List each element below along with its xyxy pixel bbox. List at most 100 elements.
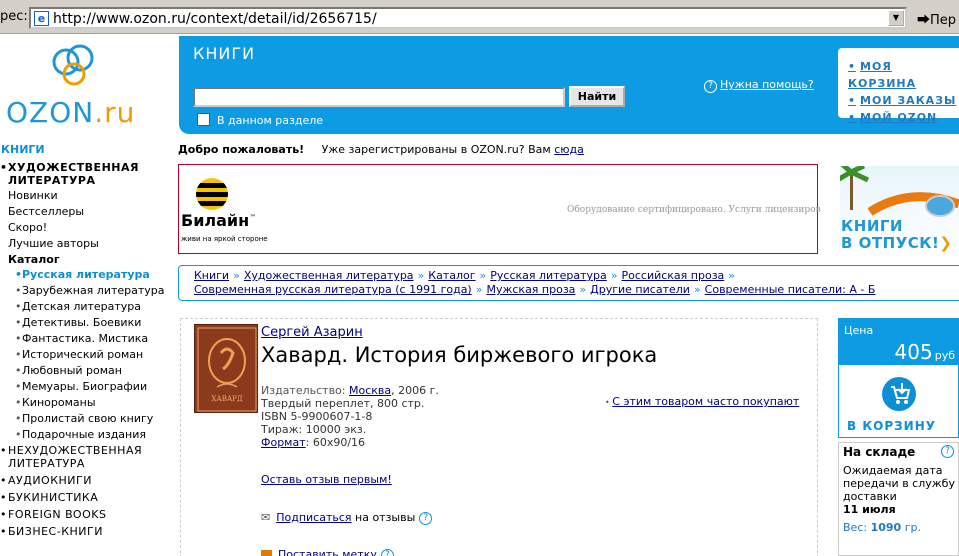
tag-icon bbox=[261, 549, 272, 556]
go-label: Пер bbox=[930, 13, 957, 28]
stock-date: 11 июля bbox=[843, 503, 896, 516]
in-section-label: В данном разделе bbox=[217, 114, 324, 127]
breadcrumb-books[interactable]: Книги bbox=[194, 269, 229, 282]
sidebar-item-historical[interactable]: Исторический роман bbox=[0, 348, 170, 361]
svg-text:ХАВАРД: ХАВАРД bbox=[211, 395, 242, 403]
sidebar-item-fiction[interactable]: ХУДОЖЕСТВЕННАЯ ЛИТЕРАТУРА bbox=[0, 161, 170, 187]
envelope-icon: ✉ bbox=[261, 511, 271, 524]
sidebar-item-best-authors[interactable]: Лучшие авторы bbox=[0, 236, 170, 252]
sidebar-title[interactable]: КНИГИ bbox=[0, 142, 170, 158]
breadcrumb-other-writers[interactable]: Другие писатели bbox=[590, 283, 690, 296]
tags-row: Поставить метку? bbox=[261, 548, 394, 556]
in-section-checkbox[interactable] bbox=[197, 113, 210, 126]
logo-cloud-icon bbox=[52, 44, 94, 86]
breadcrumb: Книги» Художественная литература» Каталог»… bbox=[178, 265, 959, 301]
go-button[interactable]: ⮕Пер bbox=[917, 9, 956, 28]
sidebar-item-catalog[interactable]: Каталог bbox=[0, 252, 170, 268]
sidebar-item-romance[interactable]: Любовный роман bbox=[0, 364, 170, 377]
section-title: КНИГИ bbox=[193, 44, 256, 63]
beeline-brand: Билайн™ bbox=[181, 211, 257, 230]
publisher-link[interactable]: Москва bbox=[349, 384, 391, 397]
my-orders-link[interactable]: МОИ ЗАКАЗЫ bbox=[848, 92, 959, 109]
format-link[interactable]: Формат bbox=[261, 436, 306, 449]
browser-address-bar: рес: e http://www.ozon.ru/context/detail… bbox=[0, 0, 959, 34]
sidebar-item-gift-editions[interactable]: Подарочные издания bbox=[0, 428, 170, 441]
price-value: 405 руб bbox=[894, 340, 955, 364]
price-box: Цена 405 руб В КОРЗИНУ bbox=[838, 318, 959, 438]
welcome-greeting: Добро пожаловать! bbox=[178, 143, 305, 156]
help-icon[interactable]: ? bbox=[941, 445, 954, 458]
search-input[interactable] bbox=[193, 87, 565, 107]
stock-text: Ожидаемая дата передачи в службу доставк… bbox=[843, 464, 955, 503]
address-field[interactable]: e http://www.ozon.ru/context/detail/id/2… bbox=[29, 7, 907, 29]
vacation-promo[interactable]: КНИГИ В ОТПУСК!❯ bbox=[840, 166, 959, 256]
sidebar-item-browse-book[interactable]: Пролистай свою книгу bbox=[0, 412, 170, 425]
sidebar-item-antiquarian[interactable]: БУКИНИСТИКА bbox=[0, 491, 170, 504]
user-menu: МОЯ КОРЗИНА МОИ ЗАКАЗЫ МОЙ OZON bbox=[838, 48, 959, 124]
my-cart-link[interactable]: МОЯ КОРЗИНА bbox=[848, 58, 959, 92]
help-icon: ? bbox=[704, 80, 717, 93]
sidebar-item-foreign-books[interactable]: FOREIGN BOOKS bbox=[0, 508, 170, 521]
page-icon: e bbox=[34, 11, 49, 26]
help-link[interactable]: ? Нужна помощь? bbox=[704, 78, 814, 93]
price-label: Цена bbox=[844, 324, 874, 337]
breadcrumb-russian-lit[interactable]: Русская литература bbox=[490, 269, 606, 282]
welcome-line: Добро пожаловать! Уже зарегистрированы в… bbox=[178, 143, 584, 156]
print-run-info: Тираж: 10000 экз. bbox=[261, 423, 367, 436]
review-link[interactable]: Оставь отзыв первым! bbox=[261, 473, 392, 486]
help-icon[interactable]: ? bbox=[419, 511, 433, 525]
banner-fine-print: Оборудование сертифицировано. Услуги лиц… bbox=[567, 205, 821, 215]
address-url[interactable]: http://www.ozon.ru/context/detail/id/265… bbox=[53, 11, 377, 27]
chevron-down-icon[interactable]: ▼ bbox=[888, 10, 904, 26]
beeline-logo-icon bbox=[196, 178, 228, 210]
beeline-slogan: живи на яркой стороне bbox=[181, 235, 268, 243]
sidebar-item-foreign-lit[interactable]: Зарубежная литература bbox=[0, 284, 170, 297]
sidebar-item-new[interactable]: Новинки bbox=[0, 188, 170, 204]
sidebar-item-business-books[interactable]: БИЗНЕС-КНИГИ bbox=[0, 525, 170, 538]
sidebar-item-bestsellers[interactable]: Бестселлеры bbox=[0, 204, 170, 220]
product-title: Хавард. История биржевого игрока bbox=[261, 343, 658, 367]
sidebar-item-movie-novels[interactable]: Кинороманы bbox=[0, 396, 170, 409]
sidebar-item-audiobooks[interactable]: АУДИОКНИГИ bbox=[0, 474, 170, 487]
book-cover-image[interactable]: ХАВАРД bbox=[194, 324, 258, 413]
sidebar-item-memoirs[interactable]: Мемуары. Биографии bbox=[0, 380, 170, 393]
breadcrumb-modern-writers-a-b[interactable]: Современные писатели: А - Б bbox=[705, 283, 876, 296]
breadcrumb-male-prose[interactable]: Мужская проза bbox=[486, 283, 575, 296]
subscribe-link[interactable]: Подписаться bbox=[276, 511, 351, 524]
logo-text: OZON.ru bbox=[6, 96, 136, 129]
my-ozon-link[interactable]: МОЙ OZON bbox=[848, 109, 959, 126]
sidebar-item-soon[interactable]: Скоро! bbox=[0, 220, 170, 236]
sidebar-item-detectives[interactable]: Детективы. Боевики bbox=[0, 316, 170, 329]
sidebar-item-russian-lit[interactable]: Русская литература bbox=[0, 268, 170, 281]
sidebar-item-children[interactable]: Детская литература bbox=[0, 300, 170, 313]
cover-ornament-icon: ХАВАРД bbox=[197, 327, 257, 412]
promo-arrow-icon: ❯ bbox=[939, 234, 953, 252]
breadcrumb-modern-russian[interactable]: Современная русская литература (с 1991 г… bbox=[194, 283, 472, 296]
isbn-info: ISBN 5-9900607-1-8 bbox=[261, 410, 373, 423]
header-bar: КНИГИ Найти В данном разделе ? Нужна помо… bbox=[179, 36, 959, 134]
product-details: Издательство: Москва, 2006 г. Твердый пе… bbox=[261, 384, 439, 449]
beeline-banner[interactable]: Билайн™ живи на яркой стороне Оборудован… bbox=[178, 164, 821, 254]
promo-text: КНИГИ В ОТПУСК!❯ bbox=[841, 217, 953, 252]
ozon-logo[interactable]: OZON.ru bbox=[0, 36, 178, 136]
sidebar-item-nonfiction[interactable]: НЕХУДОЖЕСТВЕННАЯ ЛИТЕРАТУРА bbox=[0, 444, 170, 470]
weight-info: Вес: 1090 гр. bbox=[843, 521, 921, 534]
breadcrumb-fiction[interactable]: Художественная литература bbox=[244, 269, 414, 282]
subscribe-reviews: ✉ Подписаться на отзывы? bbox=[261, 511, 433, 525]
search-button[interactable]: Найти bbox=[569, 86, 625, 107]
registered-text: Уже зарегистрированы в OZON.ru? Вам bbox=[321, 143, 551, 156]
author-link[interactable]: Сергей Азарин bbox=[261, 325, 363, 340]
breadcrumb-catalog[interactable]: Каталог bbox=[428, 269, 475, 282]
cart-icon[interactable] bbox=[882, 377, 916, 411]
breadcrumb-russian-prose[interactable]: Российская проза bbox=[621, 269, 724, 282]
also-bought-link[interactable]: • С этим товаром часто покупают bbox=[605, 395, 799, 408]
add-tag-link[interactable]: Поставить метку bbox=[278, 548, 377, 556]
add-to-cart-button[interactable]: В КОРЗИНУ bbox=[847, 419, 936, 433]
go-arrow-icon: ⮕ bbox=[917, 13, 931, 28]
address-label: рес: bbox=[0, 9, 28, 24]
binding-info: Твердый переплет, 800 стр. bbox=[261, 397, 425, 410]
sidebar-item-fantasy[interactable]: Фантастика. Мистика bbox=[0, 332, 170, 345]
sidebar: КНИГИ ХУДОЖЕСТВЕННАЯ ЛИТЕРАТУРА Новинки … bbox=[0, 142, 170, 542]
help-icon[interactable]: ? bbox=[380, 548, 394, 556]
login-link[interactable]: сюда bbox=[554, 143, 584, 156]
